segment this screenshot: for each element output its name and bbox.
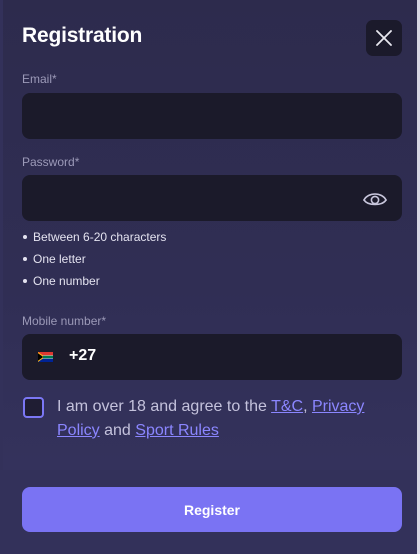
email-field-container [22,93,402,139]
close-button[interactable] [366,20,402,56]
password-hint: Between 6-20 characters [22,229,166,251]
tc-link[interactable]: T&C [271,398,303,415]
password-field-container [22,175,402,221]
register-button[interactable]: Register [22,487,402,532]
eye-icon[interactable] [362,187,388,209]
dial-code: +27 [69,347,97,364]
email-label: Email* [22,72,57,86]
email-input[interactable] [22,93,402,139]
password-requirements: Between 6-20 characters One letter One n… [22,229,166,295]
password-hint: One number [22,273,166,295]
mobile-label: Mobile number* [22,314,107,328]
sport-rules-link[interactable]: Sport Rules [135,422,219,439]
agreement-text: I am over 18 and agree to the T&C, Priva… [57,398,365,439]
registration-modal: Registration Email* Password* Between 6-… [3,0,417,470]
south-africa-flag-icon[interactable] [38,352,53,362]
close-icon [376,30,392,46]
age-terms-checkbox[interactable] [23,397,44,418]
password-hint: One letter [22,251,166,273]
mobile-field-container[interactable]: +27 [22,334,402,380]
password-label: Password* [22,155,80,169]
password-input[interactable] [22,175,402,221]
modal-title: Registration [22,24,143,47]
